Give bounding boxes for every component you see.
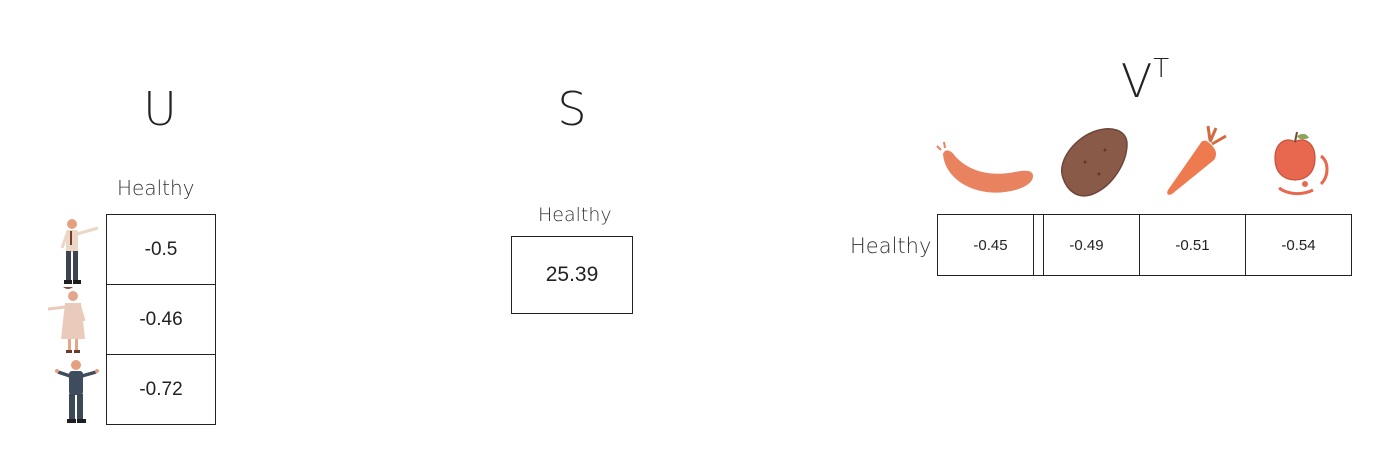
- vt-title-letter: V: [1120, 54, 1153, 108]
- man-pointing-icon: [60, 219, 99, 284]
- vt-cell-apple: -0.54: [1245, 214, 1352, 276]
- vt-title: VT: [1110, 56, 1180, 104]
- woman-pointing-icon: [47, 287, 86, 353]
- vt-cell-sausage: -0.45: [937, 214, 1044, 276]
- vt-row-label: Healthy: [850, 234, 932, 258]
- vt-cell-carrot: -0.51: [1139, 214, 1246, 276]
- u-cell-2: -0.46: [106, 284, 216, 355]
- u-cell-3: -0.72: [106, 354, 216, 425]
- carrot-icon: [1167, 125, 1227, 195]
- u-title: U: [143, 82, 177, 136]
- sausage-icon: [936, 141, 1033, 193]
- vt-title-superscript: T: [1153, 53, 1170, 84]
- potato-icon: [1061, 128, 1128, 197]
- apple-icon: [1274, 131, 1329, 196]
- vt-cell-potato: -0.49: [1033, 214, 1140, 276]
- u-column-label: Healthy: [117, 176, 195, 200]
- s-cell: 25.39: [511, 236, 633, 314]
- u-cell-1: -0.5: [106, 214, 216, 285]
- s-title: S: [557, 82, 587, 136]
- s-column-label: Healthy: [538, 204, 612, 226]
- man-shrugging-icon: [55, 360, 99, 423]
